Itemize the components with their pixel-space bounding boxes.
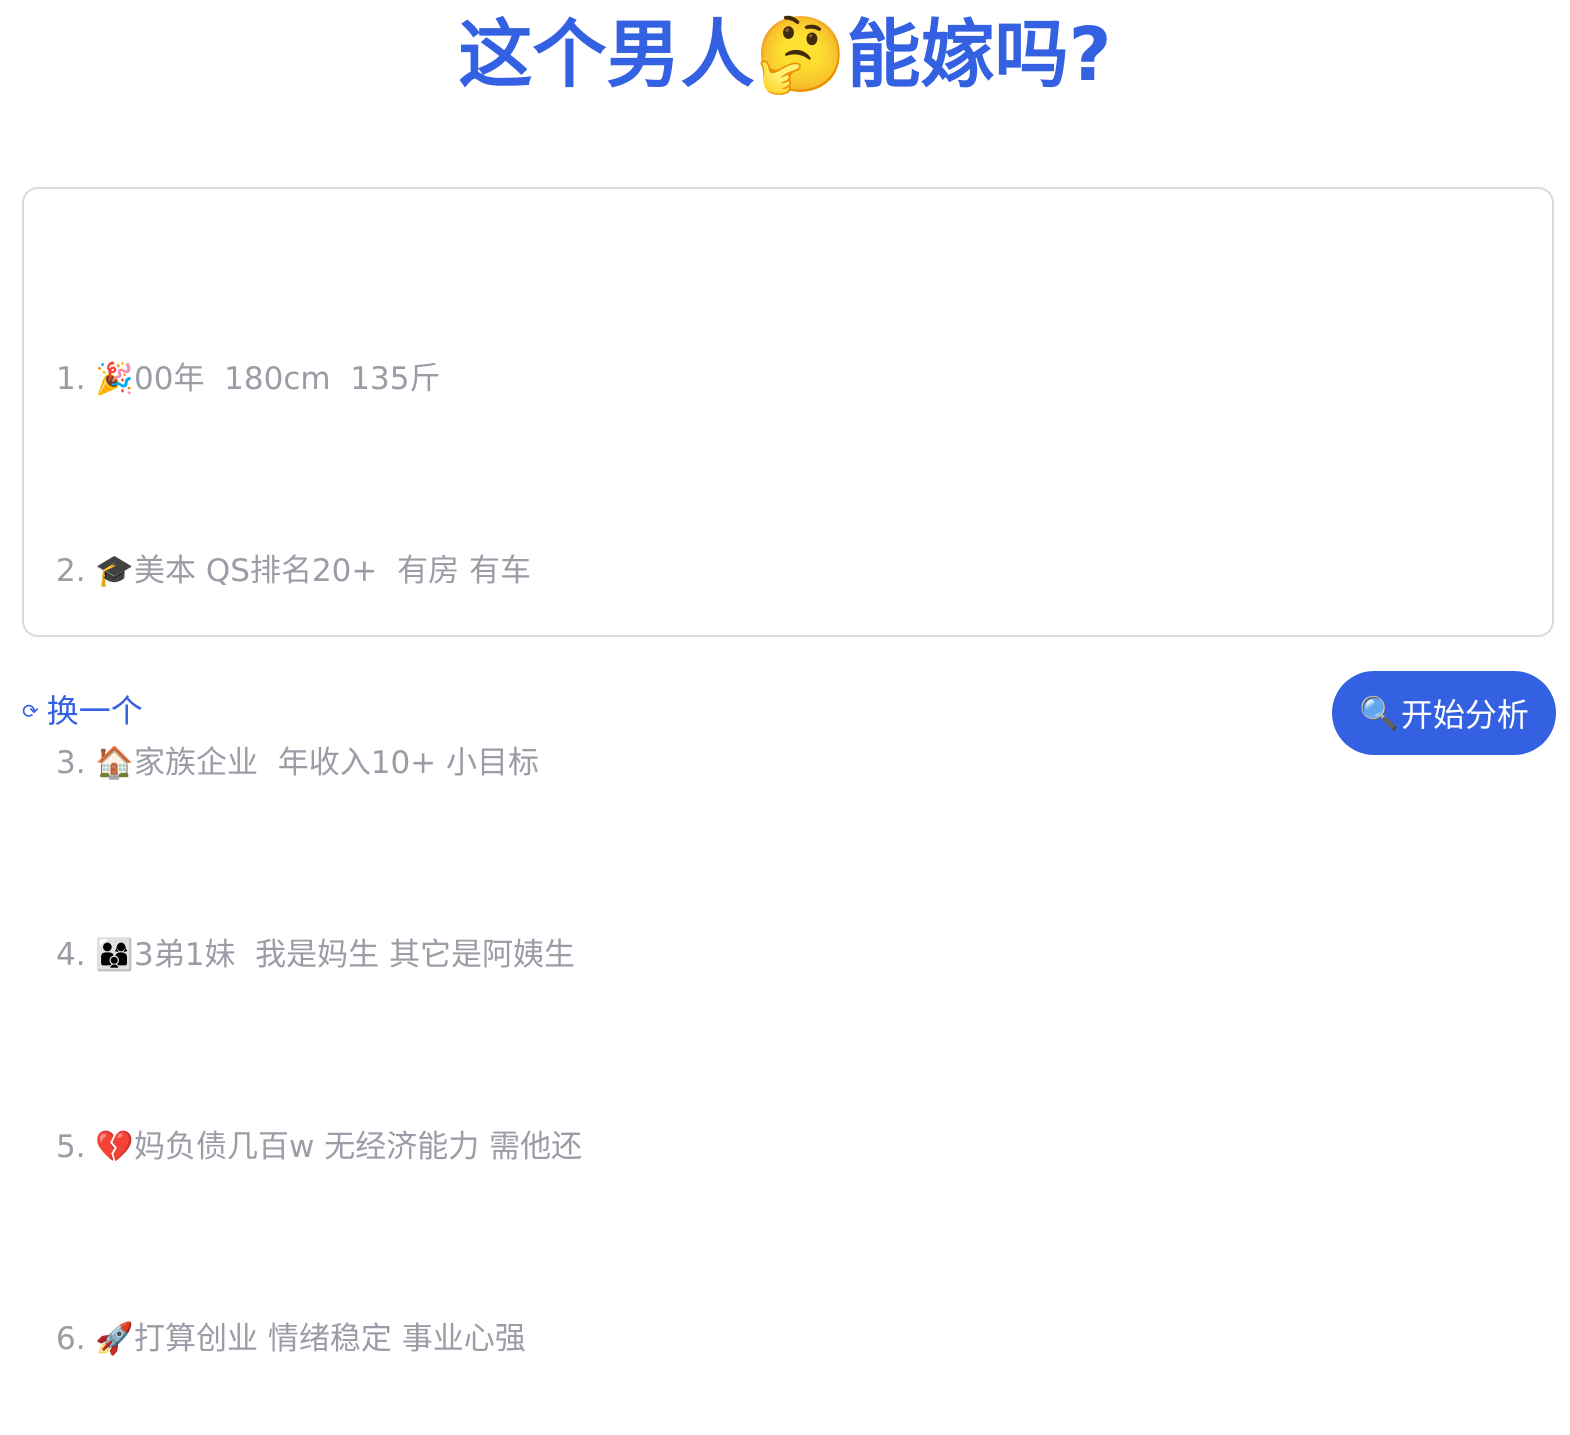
refresh-icon: ⟳ [22,699,39,723]
description-line-1: 1. 🎉00年 180cm 135斤 [56,361,441,397]
magnifier-icon: 🔍 [1359,694,1399,732]
page-title: 这个男人🤔能嫁吗? [458,12,1112,98]
change-another-label: 换一个 [46,692,143,730]
description-line-5: 5. 💔妈负债几百w 无经济能力 需他还 [56,1129,583,1165]
change-another-button[interactable]: ⟳ 换一个 [22,688,143,734]
description-line-3: 3. 🏠家族企业 年收入10+ 小目标 [56,745,540,781]
description-textarea[interactable]: 1. 🎉00年 180cm 135斤 2. 🎓美本 QS排名20+ 有房 有车 … [22,187,1554,1357]
description-line-4: 4. 👨‍👩‍👦3弟1妹 我是妈生 其它是阿姨生 [56,937,576,973]
description-line-6: 6. 🚀打算创业 情绪稳定 事业心强 [56,1321,526,1357]
start-analysis-button[interactable]: 🔍 开始分析 [1332,671,1556,755]
start-analysis-label: 开始分析 [1400,696,1529,734]
description-line-2: 2. 🎓美本 QS排名20+ 有房 有车 [56,553,531,589]
